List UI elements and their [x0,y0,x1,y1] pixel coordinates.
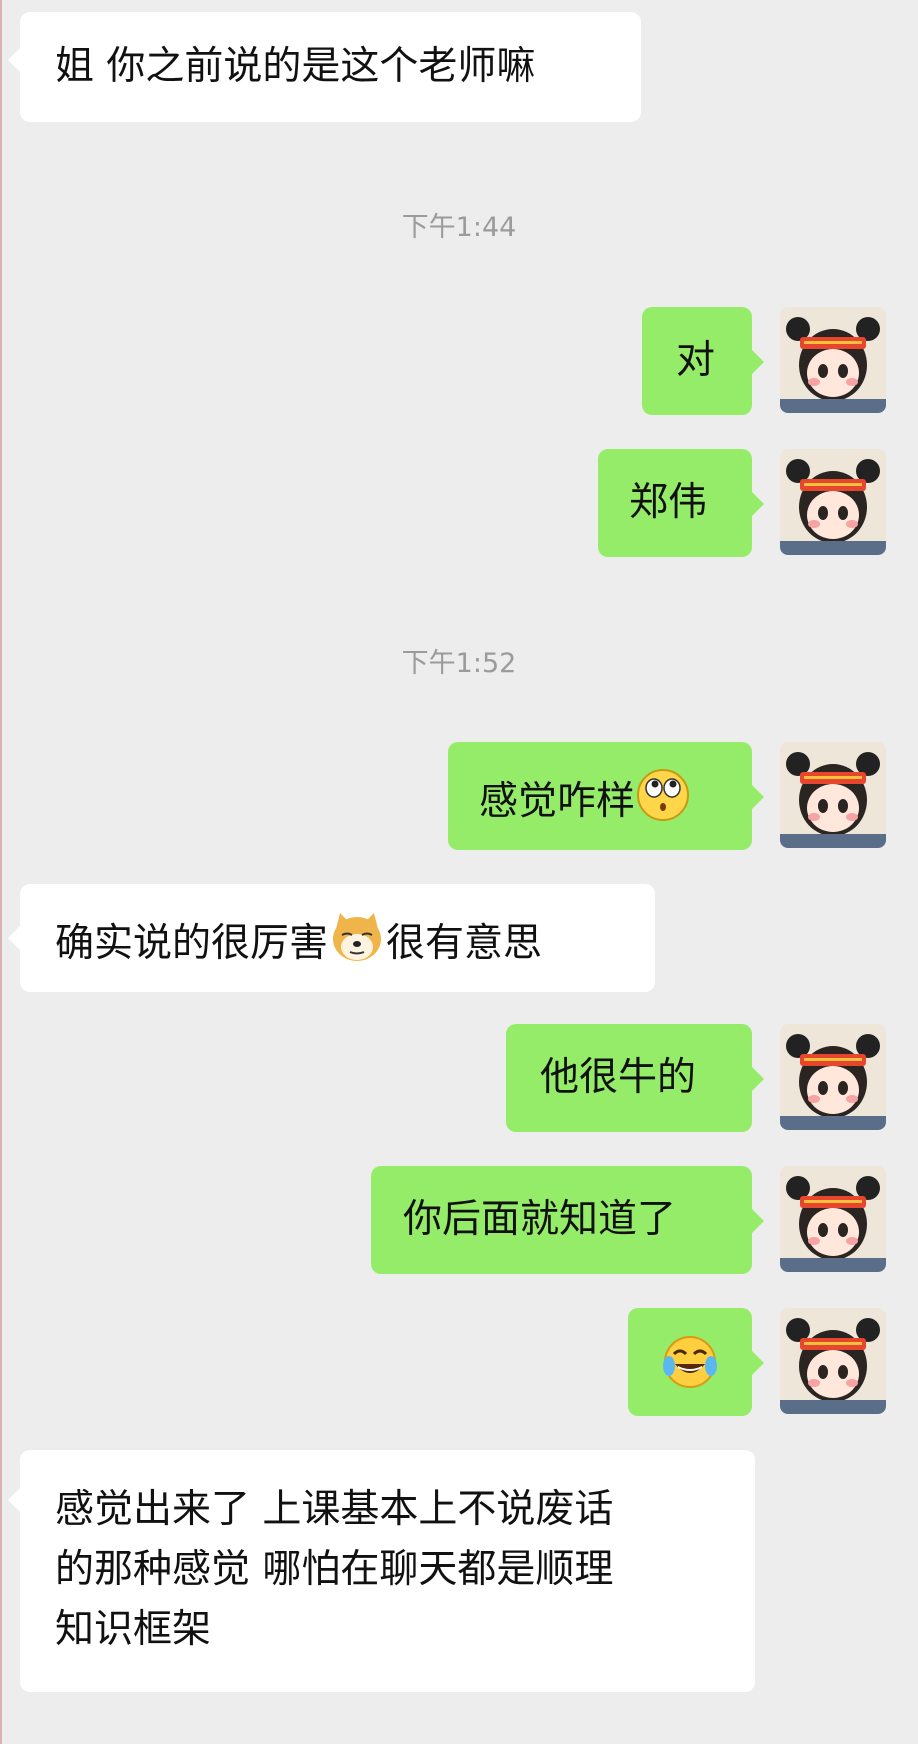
tears-of-joy-emoji [660,1332,720,1409]
message-bubble-incoming[interactable]: 姐 你之前说的是这个老师嘛 [20,12,641,122]
message-bubble-outgoing[interactable]: 感觉咋样 [448,742,752,850]
message-bubble-outgoing[interactable]: 郑伟 [598,449,752,557]
bubble-tail [8,48,20,72]
avatar[interactable] [780,742,886,848]
cartoon-avatar-icon [780,1024,886,1130]
message-text: 他很牛的 [540,1055,697,1100]
message-bubble-outgoing[interactable]: 对 [642,307,752,415]
bubble-tail [8,926,20,950]
timestamp: 下午1:44 [401,212,517,243]
bubble-tail [752,785,764,809]
cartoon-avatar-icon [780,1166,886,1272]
message-bubble-incoming[interactable]: 确实说的很厉害 很有意思 [20,884,655,992]
message-text-line: 知识框架 [55,1607,212,1652]
avatar[interactable] [780,1308,886,1414]
message-text-line: 的那种感觉 哪怕在聊天都是顺理 [55,1547,614,1592]
bubble-tail [752,1067,764,1091]
avatar[interactable] [780,307,886,413]
window-edge [0,0,2,1744]
message-text-line: 感觉出来了 上课基本上不说废话 [55,1487,614,1532]
doge-emoji [328,909,386,982]
message-bubble-outgoing[interactable]: 他很牛的 [506,1024,752,1132]
message-text: 你后面就知道了 [403,1197,677,1242]
rolling-eyes-emoji [635,767,691,840]
message-text: 姐 你之前说的是这个老师嘛 [55,44,536,89]
message-text: 很有意思 [386,921,543,966]
cartoon-avatar-icon [780,307,886,413]
avatar[interactable] [780,1024,886,1130]
message-bubble-outgoing[interactable] [628,1308,752,1416]
timestamp: 下午1:52 [401,648,517,679]
cartoon-avatar-icon [780,742,886,848]
message-text: 对 [676,338,716,383]
cartoon-avatar-icon [780,449,886,555]
bubble-tail [752,350,764,374]
avatar[interactable] [780,449,886,555]
message-bubble-incoming[interactable]: 感觉出来了 上课基本上不说废话 的那种感觉 哪怕在聊天都是顺理 知识框架 [20,1450,755,1692]
avatar[interactable] [780,1166,886,1272]
message-text: 郑伟 [629,480,708,525]
bubble-tail [752,1351,764,1375]
message-text: 确实说的很厉害 [55,921,329,966]
bubble-tail [752,492,764,516]
bubble-tail [8,1488,20,1512]
cartoon-avatar-icon [780,1308,886,1414]
message-bubble-outgoing[interactable]: 你后面就知道了 [371,1166,752,1274]
message-text: 感觉咋样 [479,779,636,824]
bubble-tail [752,1209,764,1233]
